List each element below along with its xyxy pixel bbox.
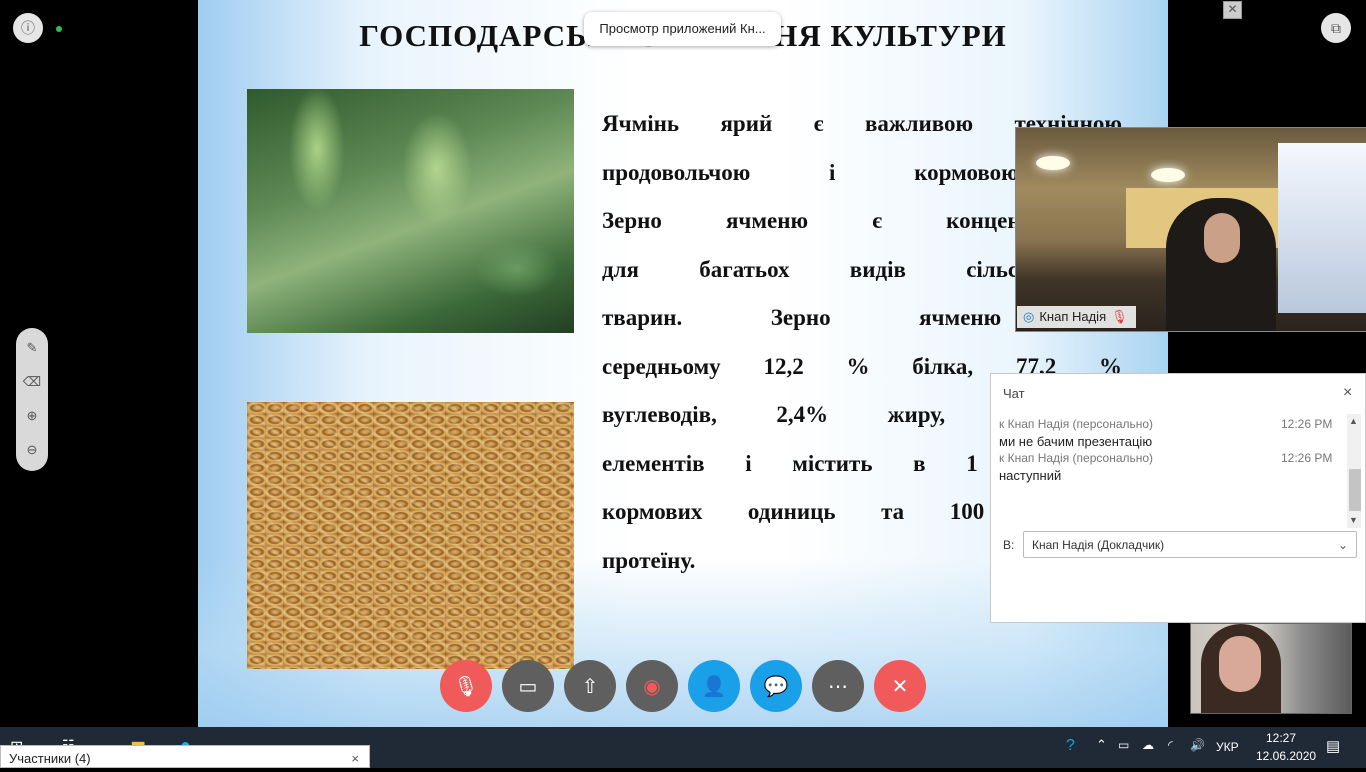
- self-video-face: [1219, 636, 1261, 692]
- chevron-down-icon: ⌄: [1337, 538, 1348, 552]
- chat-message-meta: к Кнап Надія (персонально): [999, 417, 1154, 431]
- participant-video[interactable]: [1015, 127, 1366, 332]
- pen-icon[interactable]: ✎: [16, 338, 48, 358]
- info-button[interactable]: ⓘ: [13, 13, 43, 43]
- participants-panel-header[interactable]: Участники (4) ×: [0, 745, 370, 768]
- chat-panel: Чат × к Кнап Надія (персонально) 12:26 P…: [990, 373, 1366, 623]
- chat-close-button[interactable]: ×: [1343, 384, 1352, 402]
- video-ceiling-light: [1036, 156, 1070, 170]
- cloud-icon[interactable]: ☁: [1142, 738, 1154, 752]
- chevron-up-icon[interactable]: ⌃: [1096, 737, 1107, 753]
- chat-button[interactable]: 💬: [750, 660, 802, 712]
- language-indicator[interactable]: УКР: [1216, 740, 1239, 754]
- recipient-select[interactable]: Кнап Надія (Докладчик) ⌄: [1023, 531, 1357, 558]
- mute-microphone-button[interactable]: 🎙: [440, 660, 492, 712]
- more-options-button[interactable]: ⋯: [812, 660, 864, 712]
- clock-date[interactable]: 12.06.2020: [1256, 749, 1316, 763]
- notifications-icon[interactable]: ▤: [1326, 737, 1340, 755]
- headset-icon: ◎: [1023, 309, 1035, 324]
- recipient-label: В:: [1003, 538, 1015, 552]
- info-icon: ⓘ: [21, 20, 35, 36]
- barley-ears-image: [247, 89, 574, 333]
- participants-label: Участники (4): [9, 751, 91, 766]
- more-icon: ⋯: [828, 675, 848, 698]
- zoom-out-icon[interactable]: ⊖: [16, 440, 48, 460]
- annotation-toolbar: ✎ ⌫ ⊕ ⊖: [16, 328, 48, 471]
- help-icon[interactable]: ?: [1066, 737, 1075, 755]
- chat-title: Чат: [1003, 386, 1025, 401]
- recipient-value: Кнап Надія (Докладчик): [1032, 538, 1165, 552]
- participants-icon: 👤: [701, 675, 727, 698]
- record-button[interactable]: ◉: [626, 660, 678, 712]
- chat-message-meta: к Кнап Надія (персонально): [999, 451, 1154, 465]
- overlay-close-button[interactable]: ✕: [1223, 1, 1242, 19]
- wifi-icon[interactable]: ◜: [1168, 738, 1173, 752]
- clock-time[interactable]: 12:27: [1266, 731, 1296, 745]
- mic-off-icon: 🎙: [453, 675, 479, 698]
- camera-off-icon: ▭: [518, 675, 538, 698]
- share-button[interactable]: ⇧: [564, 660, 616, 712]
- record-icon: ◉: [643, 675, 661, 698]
- view-mode-button[interactable]: ⧉: [1321, 13, 1351, 43]
- zoom-in-icon[interactable]: ⊕: [16, 406, 48, 426]
- window-restore-icon: ⧉: [1331, 19, 1341, 36]
- participants-close-button[interactable]: ×: [351, 746, 359, 772]
- camera-button[interactable]: ▭: [502, 660, 554, 712]
- share-icon: ⇧: [581, 675, 599, 698]
- end-meeting-button[interactable]: ✕: [874, 660, 926, 712]
- chat-message-time: 12:26 PM: [1281, 451, 1333, 465]
- chat-message-text: наступний: [999, 468, 1062, 483]
- mic-muted-icon: 🎙: [1111, 309, 1128, 324]
- volume-icon[interactable]: 🔊: [1190, 738, 1205, 752]
- chat-scroll-thumb[interactable]: [1349, 469, 1361, 511]
- scroll-up-icon[interactable]: ▲: [1349, 416, 1358, 426]
- participant-name: Кнап Надія: [1039, 309, 1107, 324]
- chat-message-text: ми не бачим презентацію: [999, 434, 1153, 449]
- connection-status-dot: [56, 26, 62, 32]
- chat-message-time: 12:26 PM: [1281, 417, 1333, 431]
- barley-grain-image: [247, 402, 574, 669]
- video-window: [1278, 143, 1366, 313]
- video-ceiling-light: [1151, 168, 1185, 182]
- video-face: [1204, 213, 1240, 263]
- battery-icon[interactable]: ▭: [1118, 738, 1129, 752]
- scroll-down-icon[interactable]: ▼: [1349, 515, 1358, 525]
- viewing-app-notification[interactable]: Просмотр приложений Кн...: [584, 12, 781, 46]
- participants-button[interactable]: 👤: [688, 660, 740, 712]
- chat-bubble-icon: 💬: [763, 675, 789, 698]
- close-icon: ✕: [891, 675, 909, 698]
- participant-name-label: ◎ Кнап Надія 🎙: [1017, 306, 1136, 328]
- eraser-icon[interactable]: ⌫: [16, 372, 48, 392]
- self-video-preview[interactable]: [1190, 623, 1352, 714]
